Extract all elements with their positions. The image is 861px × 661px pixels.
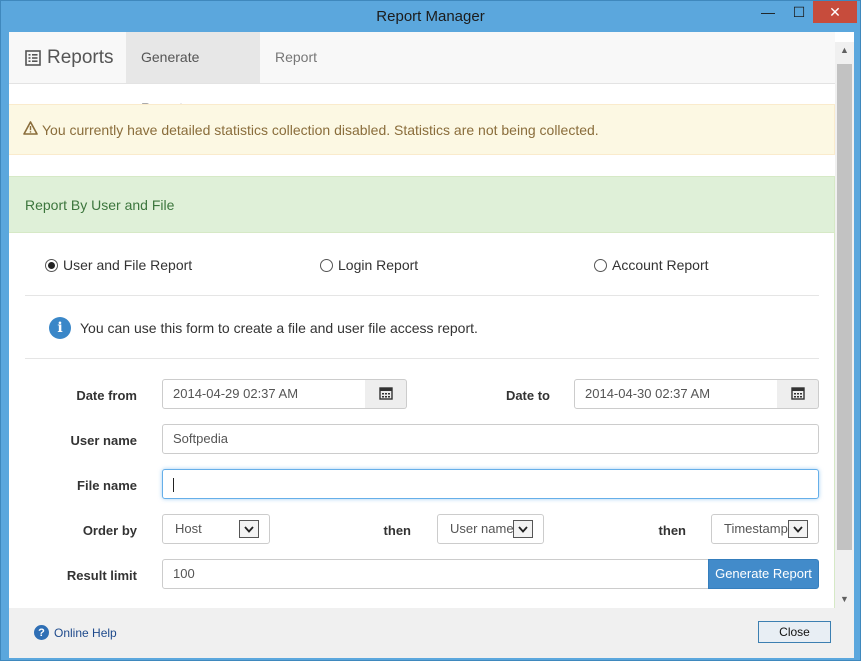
online-help-label[interactable]: Online Help bbox=[54, 626, 117, 640]
order-by-label: Order by bbox=[82, 523, 137, 538]
file-name-label: File name bbox=[77, 478, 137, 493]
then-label-1: then bbox=[383, 523, 411, 538]
vertical-scrollbar[interactable]: ▲ ▼ bbox=[835, 42, 854, 608]
tab-report[interactable]: Report bbox=[260, 32, 334, 83]
report-type-group: User and File Report Login Report Accoun… bbox=[25, 233, 819, 296]
then-select-1[interactable]: User name bbox=[437, 514, 544, 544]
radio-unselected-icon[interactable] bbox=[594, 258, 607, 272]
radio-unselected-icon[interactable] bbox=[320, 258, 333, 272]
order-by-value: Host bbox=[175, 521, 202, 536]
scroll-down-icon[interactable]: ▼ bbox=[835, 591, 854, 608]
then-select-2[interactable]: Timestamp bbox=[711, 514, 819, 544]
date-to-input[interactable]: 2014-04-30 02:37 AM bbox=[574, 379, 778, 409]
chevron-down-icon[interactable] bbox=[239, 520, 259, 538]
date-from-input[interactable]: 2014-04-29 02:37 AM bbox=[162, 379, 366, 409]
report-manager-window: Report Manager — ☐ ✕ Reports Generate Re… bbox=[0, 0, 861, 661]
minimize-button[interactable]: — bbox=[753, 1, 783, 23]
warning-icon bbox=[23, 121, 38, 138]
close-button[interactable]: Close bbox=[758, 621, 831, 643]
close-window-button[interactable]: ✕ bbox=[813, 1, 857, 23]
calendar-icon bbox=[790, 386, 805, 403]
radio-account-report[interactable]: Account Report bbox=[594, 257, 709, 273]
order-by-select[interactable]: Host bbox=[162, 514, 270, 544]
radio-selected-icon[interactable] bbox=[45, 258, 58, 272]
date-from-calendar-button[interactable] bbox=[365, 379, 407, 409]
user-name-label: User name bbox=[70, 433, 137, 448]
help-icon[interactable]: ? bbox=[34, 625, 49, 640]
alert-text: You currently have detailed statistics c… bbox=[42, 121, 599, 138]
brand: Reports bbox=[25, 47, 114, 69]
report-panel: Report By User and File User and File Re… bbox=[9, 176, 835, 626]
client-area: Reports Generate Report Report ▲ ▼ You c… bbox=[9, 32, 854, 658]
text-cursor bbox=[173, 477, 174, 492]
chevron-down-icon[interactable] bbox=[788, 520, 808, 538]
radio-user-and-file-report[interactable]: User and File Report bbox=[45, 257, 192, 273]
maximize-button[interactable]: ☐ bbox=[785, 1, 813, 23]
scrollbar-thumb[interactable] bbox=[837, 64, 852, 550]
generate-report-button[interactable]: Generate Report bbox=[708, 559, 819, 589]
scroll-up-icon[interactable]: ▲ bbox=[835, 42, 854, 59]
chevron-down-icon[interactable] bbox=[513, 520, 533, 538]
footer: ? Online Help Close bbox=[9, 608, 854, 658]
radio-login-report[interactable]: Login Report bbox=[320, 257, 418, 273]
result-limit-input[interactable]: 100 bbox=[162, 559, 709, 589]
window-title: Report Manager bbox=[376, 8, 485, 25]
online-help-link[interactable]: ? Online Help bbox=[34, 625, 117, 640]
radio-label: Login Report bbox=[338, 257, 419, 273]
info-message: i You can use this form to create a file… bbox=[25, 297, 819, 359]
list-icon bbox=[25, 50, 41, 66]
statistics-warning-alert: You currently have detailed statistics c… bbox=[9, 104, 835, 155]
user-name-input[interactable]: Softpedia bbox=[162, 424, 819, 454]
file-name-input[interactable] bbox=[162, 469, 819, 499]
date-to-calendar-button[interactable] bbox=[777, 379, 819, 409]
date-from-label: Date from bbox=[76, 388, 137, 403]
then-label-2: then bbox=[658, 523, 686, 538]
tab-generate-report[interactable]: Generate Report bbox=[126, 32, 260, 116]
then-value-2: Timestamp bbox=[724, 521, 788, 536]
date-to-label: Date to bbox=[505, 388, 550, 403]
title-bar[interactable]: Report Manager — ☐ ✕ bbox=[1, 1, 860, 32]
radio-label: Account Report bbox=[612, 257, 709, 273]
info-text: You can use this form to create a file a… bbox=[80, 319, 478, 336]
calendar-icon bbox=[378, 386, 393, 403]
navbar: Reports Generate Report Report bbox=[9, 32, 835, 116]
result-limit-label: Result limit bbox=[66, 568, 137, 583]
then-value-1: User name bbox=[450, 521, 514, 536]
info-icon: i bbox=[49, 316, 71, 339]
panel-heading: Report By User and File bbox=[9, 177, 834, 233]
brand-label: Reports bbox=[47, 47, 114, 68]
radio-label: User and File Report bbox=[63, 257, 193, 273]
